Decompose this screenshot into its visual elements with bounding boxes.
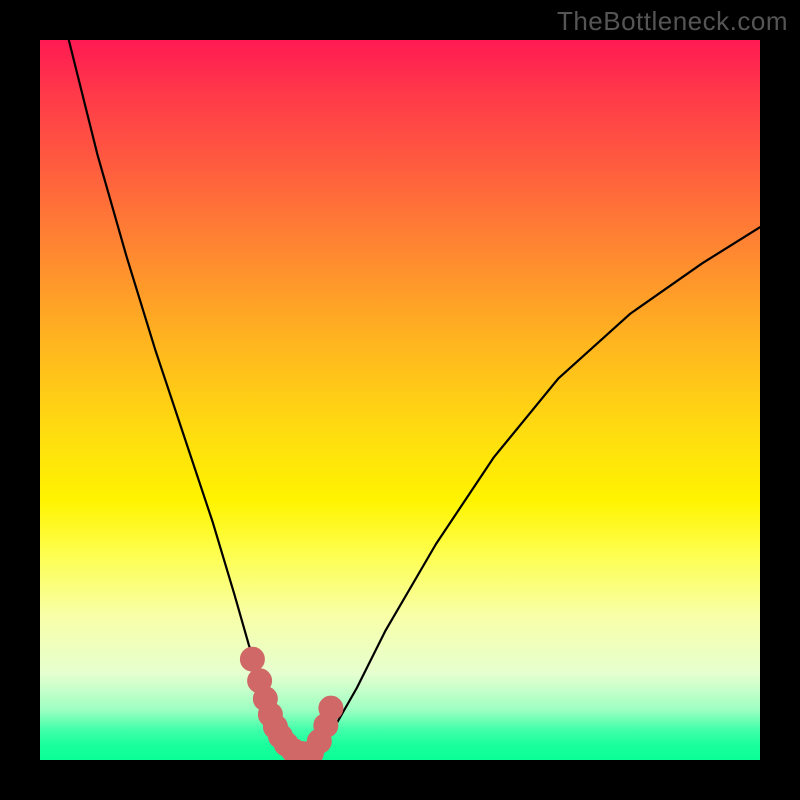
marker-point <box>319 696 343 720</box>
chart-frame: TheBottleneck.com <box>0 0 800 800</box>
chart-svg <box>40 40 760 760</box>
marker-point <box>240 647 264 671</box>
watermark-text: TheBottleneck.com <box>557 6 788 37</box>
bottleneck-curve <box>69 40 760 756</box>
plot-area <box>40 40 760 760</box>
